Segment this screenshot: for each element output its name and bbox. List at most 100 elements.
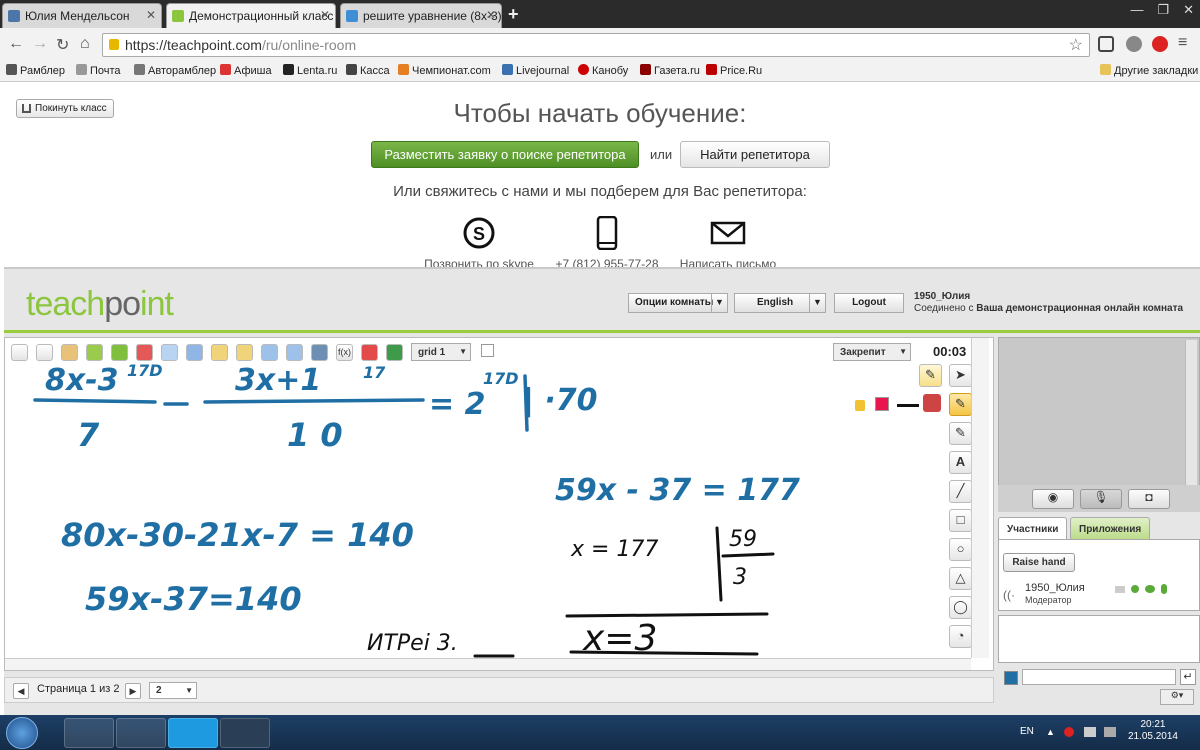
url-host: https://teachpoint.com bbox=[125, 37, 262, 53]
close-tab-icon[interactable]: ✕ bbox=[320, 8, 330, 22]
close-tab-icon[interactable]: ✕ bbox=[486, 8, 496, 22]
phone-contact[interactable]: +7 (812) 955-77-28 bbox=[552, 215, 662, 271]
back-icon[interactable]: ← bbox=[8, 35, 24, 53]
bookmark-star-icon[interactable]: ☆ bbox=[1069, 35, 1083, 55]
tab-apps[interactable]: Приложения bbox=[1070, 517, 1151, 539]
chat-color-swatch[interactable] bbox=[1004, 671, 1018, 685]
bookmark-item[interactable]: Газета.ru bbox=[640, 64, 700, 77]
vertical-scrollbar[interactable] bbox=[971, 338, 989, 658]
tab-participants[interactable]: Участники bbox=[998, 517, 1068, 539]
skype-contact[interactable]: S Позвонить по skype bbox=[421, 216, 537, 271]
pencil-icon[interactable]: ✎ bbox=[949, 393, 972, 416]
list-item[interactable]: ((· 1950_Юлия Модератор bbox=[1003, 582, 1197, 608]
page-select[interactable]: 2 ▼ bbox=[149, 682, 197, 699]
chat-settings-icon[interactable]: ⚙▾ bbox=[1160, 689, 1194, 705]
bookmark-item[interactable]: Касса bbox=[346, 64, 390, 77]
bookmark-item[interactable]: Price.Ru bbox=[706, 64, 762, 77]
bookmark-item[interactable]: Афиша bbox=[220, 64, 272, 77]
tray-arrow-icon[interactable]: ▲ bbox=[1046, 727, 1055, 737]
microphone-button[interactable]: 🎙 bbox=[1080, 489, 1122, 509]
bookmark-label: Чемпионат.com bbox=[412, 65, 491, 77]
pen-status-icon bbox=[1131, 585, 1139, 593]
chrome-taskbar-icon[interactable] bbox=[116, 718, 166, 748]
address-bar[interactable]: https://teachpoint.com/ru/online-room ☆ bbox=[102, 33, 1090, 57]
circle-tool-icon[interactable]: ◯ bbox=[949, 596, 972, 619]
browser-tab-active[interactable]: Демонстрационный класс ✕ bbox=[166, 3, 336, 28]
maximize-icon[interactable]: ❐ bbox=[1157, 2, 1169, 18]
ellipse-tool-icon[interactable]: ○ bbox=[949, 538, 972, 561]
close-window-icon[interactable]: ✕ bbox=[1183, 2, 1194, 18]
menu-icon[interactable]: ≡ bbox=[1178, 34, 1194, 51]
send-icon[interactable]: ↵ bbox=[1180, 669, 1196, 685]
marker-icon[interactable]: ✎ bbox=[949, 422, 972, 445]
prev-page-icon[interactable]: ◀ bbox=[13, 683, 29, 699]
eraser-icon[interactable]: ◔ bbox=[949, 625, 972, 648]
bookmark-item[interactable]: Авторамблер bbox=[134, 64, 216, 77]
raise-hand-button[interactable]: Raise hand bbox=[1003, 553, 1075, 572]
text-tool-icon[interactable]: A bbox=[949, 451, 972, 474]
tab-title: Демонстрационный класс bbox=[189, 9, 334, 23]
other-bookmarks[interactable]: Другие закладки bbox=[1100, 64, 1198, 77]
chevron-down-icon: ▼ bbox=[185, 686, 193, 695]
opera-extension-icon[interactable] bbox=[1152, 36, 1168, 52]
or-text: или bbox=[650, 147, 673, 162]
bookmark-label: Афиша bbox=[234, 65, 272, 77]
bookmark-label: Касса bbox=[360, 65, 390, 77]
post-request-button[interactable]: Разместить заявку о поиске репетитора bbox=[371, 141, 639, 168]
signal-icon: ((· bbox=[1003, 588, 1015, 602]
camera-button[interactable]: ◘ bbox=[1128, 489, 1170, 509]
bookmark-item[interactable]: Livejournal bbox=[502, 64, 569, 77]
next-page-icon[interactable]: ▶ bbox=[125, 683, 141, 699]
forward-icon[interactable]: → bbox=[32, 35, 48, 53]
whiteboard[interactable]: f(x) grid 1 ▼ Закрепит ▼ 00:03 ✎ ➤ ✎ ✎ A ╱… bbox=[4, 337, 994, 671]
bookmark-label: Livejournal bbox=[516, 65, 570, 77]
find-tutor-button[interactable]: Найти репетитора bbox=[680, 141, 830, 168]
antivirus-tray-icon[interactable] bbox=[1064, 727, 1074, 737]
start-button[interactable] bbox=[6, 717, 38, 749]
ink-text: 3x+1 bbox=[235, 363, 321, 398]
triangle-tool-icon[interactable]: △ bbox=[949, 567, 972, 590]
language-indicator[interactable]: EN bbox=[1020, 726, 1034, 737]
network-tray-icon[interactable] bbox=[1084, 727, 1096, 737]
home-icon[interactable]: ⌂ bbox=[80, 35, 90, 53]
bookmark-item[interactable]: Чемпионат.com bbox=[398, 64, 491, 77]
language-select[interactable]: English ▼ bbox=[734, 293, 826, 313]
reload-icon[interactable]: ↻ bbox=[56, 35, 69, 55]
close-tab-icon[interactable]: ✕ bbox=[146, 8, 156, 22]
logout-button[interactable]: Logout bbox=[834, 293, 904, 313]
volume-tray-icon[interactable] bbox=[1104, 727, 1116, 737]
rectangle-tool-icon[interactable]: □ bbox=[949, 509, 972, 532]
room-options-select[interactable]: Опции комнаты ▼ bbox=[628, 293, 728, 313]
ink-text: 1 0 bbox=[287, 416, 343, 454]
svg-text:S: S bbox=[473, 224, 485, 244]
browser-tab[interactable]: решите уравнение (8x-3)/7 ✕ bbox=[340, 3, 502, 28]
mail-extension-icon[interactable] bbox=[1098, 36, 1114, 52]
minimize-icon[interactable]: — bbox=[1130, 2, 1143, 18]
bookmark-item[interactable]: Почта bbox=[76, 64, 121, 77]
new-tab-icon[interactable]: + bbox=[508, 4, 519, 25]
logo-part: po bbox=[104, 285, 141, 323]
contact-subtitle: Или свяжитесь с нами и мы подберем для В… bbox=[393, 183, 807, 200]
horizontal-scrollbar[interactable] bbox=[5, 658, 971, 670]
windows-taskbar: EN ▲ 20:21 21.05.2014 bbox=[0, 715, 1200, 750]
ink-text: 80x-30-21x-7 = 140 bbox=[61, 516, 414, 554]
chat-input[interactable] bbox=[1022, 669, 1176, 685]
bookmark-item[interactable]: Канобу bbox=[578, 64, 628, 77]
handwriting-layer: 8x-3 17D 7 3x+1 17 1 0 = 2 17D | ·70 80x… bbox=[33, 361, 800, 658]
ink-text: 17 bbox=[363, 363, 386, 382]
bookmark-item[interactable]: Рамблер bbox=[6, 64, 65, 77]
itunes-taskbar-icon[interactable] bbox=[64, 718, 114, 748]
mail-icon bbox=[710, 221, 746, 245]
system-clock[interactable]: 20:21 21.05.2014 bbox=[1128, 719, 1178, 743]
line-tool-icon[interactable]: ╱ bbox=[949, 480, 972, 503]
select-arrow-icon[interactable]: ➤ bbox=[949, 364, 972, 387]
steam-taskbar-icon[interactable] bbox=[220, 718, 270, 748]
skype-taskbar-icon[interactable] bbox=[168, 718, 218, 748]
webcam-button[interactable]: ◉ bbox=[1032, 489, 1074, 509]
bookmark-item[interactable]: Lenta.ru bbox=[283, 64, 337, 77]
browser-tab[interactable]: Юлия Мендельсон ✕ bbox=[2, 3, 162, 28]
user-info: 1950_Юлия Соединено с Ваша демонстрацион… bbox=[914, 291, 1183, 315]
email-contact[interactable]: Написать письмо bbox=[676, 216, 780, 271]
settings-extension-icon[interactable] bbox=[1126, 36, 1142, 52]
phone-icon bbox=[596, 215, 618, 251]
